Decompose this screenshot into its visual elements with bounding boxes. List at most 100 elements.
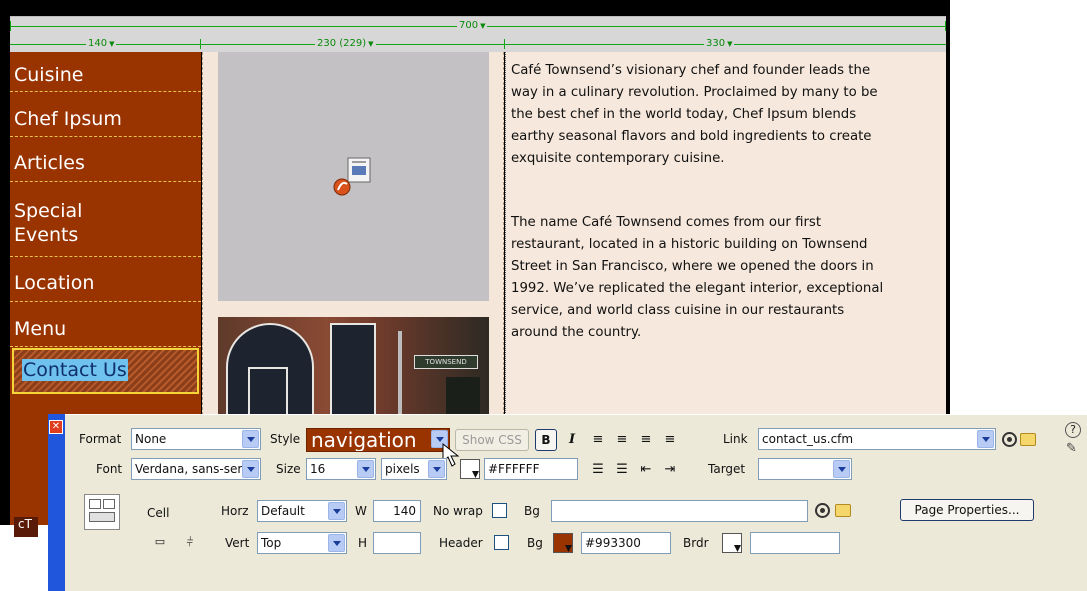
show-css-button[interactable]: Show CSS bbox=[455, 429, 529, 451]
text-line: the best chef in the world today, Chef I… bbox=[511, 107, 857, 122]
chevron-down-icon bbox=[357, 460, 374, 478]
link-input[interactable]: contact_us.cfm bbox=[758, 428, 996, 450]
bg-image-input[interactable] bbox=[551, 500, 808, 522]
text-line: service, and world class cuisine in our … bbox=[511, 303, 845, 318]
chevron-down-icon bbox=[833, 460, 850, 478]
bg-image-label: Bg bbox=[524, 504, 540, 518]
no-wrap-checkbox[interactable] bbox=[492, 503, 507, 518]
header-label: Header bbox=[439, 536, 483, 550]
paragraph-history[interactable]: The name Café Townsend comes from our fi… bbox=[511, 212, 883, 344]
paragraph-intro[interactable]: Café Townsend’s visionary chef and found… bbox=[511, 60, 878, 170]
chevron-down-icon bbox=[328, 502, 345, 520]
format-select[interactable]: None bbox=[131, 428, 261, 450]
horz-label: Horz bbox=[221, 504, 249, 518]
format-label: Format bbox=[79, 432, 122, 446]
size-label: Size bbox=[276, 462, 301, 476]
quick-tag-editor-icon[interactable]: ✎ bbox=[1066, 442, 1080, 456]
ruler-total-label[interactable]: 700 ▼ bbox=[457, 20, 488, 32]
link-label: Link bbox=[723, 432, 748, 446]
ruler-col1-label[interactable]: 140 ▼ bbox=[86, 38, 117, 50]
target-label: Target bbox=[708, 462, 746, 476]
street-sign: TOWNSEND bbox=[414, 355, 478, 369]
ruler-col3-label[interactable]: 330 ▼ bbox=[704, 38, 735, 50]
bg-color-input[interactable]: #993300 bbox=[581, 532, 671, 554]
browse-folder-icon[interactable] bbox=[835, 504, 851, 517]
ruler-tick bbox=[504, 39, 505, 49]
ruler-tick bbox=[200, 39, 201, 49]
align-center-icon[interactable]: ≡ bbox=[612, 430, 632, 450]
split-cell-icon[interactable]: ⫩ bbox=[180, 532, 200, 552]
dreamweaver-window: 700 ▼ 140 ▼ 230 (229) ▼ 330 ▼ Cuisine Chef I… bbox=[0, 0, 1087, 591]
ruler-col2-label[interactable]: 230 (229) ▼ bbox=[315, 38, 376, 50]
height-input[interactable] bbox=[373, 532, 421, 554]
text-line: way in a culinary revolution. Proclaimed… bbox=[511, 85, 878, 100]
nav-item-special-events[interactable]: Special Events bbox=[10, 189, 201, 257]
no-wrap-label: No wrap bbox=[433, 504, 483, 518]
nav-item-chef-ipsum[interactable]: Chef Ipsum bbox=[10, 99, 201, 137]
align-justify-icon[interactable]: ≡ bbox=[660, 430, 680, 450]
text-line: exquisite contemporary cuisine. bbox=[511, 151, 725, 166]
text-color-swatch[interactable] bbox=[460, 459, 480, 479]
text-indent-icon[interactable]: ⇥ bbox=[660, 460, 680, 480]
selected-text: Contact Us bbox=[22, 359, 128, 381]
ruler-columns-line bbox=[10, 44, 946, 45]
border-label: Brdr bbox=[683, 536, 709, 550]
vert-label: Vert bbox=[225, 536, 250, 550]
font-select[interactable]: Verdana, sans-serif bbox=[131, 458, 261, 480]
table-width-ruler: 700 ▼ 140 ▼ 230 (229) ▼ 330 ▼ bbox=[10, 16, 946, 52]
nav-item-location[interactable]: Location bbox=[10, 264, 201, 302]
text-line: earthy seasonal flavors and bold ingredi… bbox=[511, 129, 872, 144]
bold-button[interactable]: B bbox=[535, 429, 557, 451]
vert-select[interactable]: Top bbox=[257, 532, 347, 554]
text-outdent-icon[interactable]: ⇤ bbox=[636, 460, 656, 480]
text-line: The name Café Townsend comes from our fi… bbox=[511, 215, 822, 230]
point-to-file-icon[interactable] bbox=[1002, 432, 1017, 447]
ordered-list-icon[interactable]: ☰ bbox=[612, 460, 632, 480]
chevron-down-icon bbox=[242, 460, 259, 478]
flash-placeholder[interactable] bbox=[218, 52, 489, 301]
merge-cells-icon[interactable]: ▭ bbox=[150, 532, 170, 552]
point-to-file-icon[interactable] bbox=[815, 503, 830, 518]
ruler-tick bbox=[945, 21, 946, 31]
inspector-side-strip bbox=[48, 414, 65, 591]
border-color-swatch[interactable] bbox=[722, 533, 742, 553]
size-select[interactable]: 16 bbox=[306, 458, 376, 480]
nav-item-menu[interactable]: Menu bbox=[10, 309, 201, 347]
ruler-tick bbox=[10, 21, 11, 31]
chevron-down-icon bbox=[977, 430, 994, 448]
italic-button[interactable]: I bbox=[562, 430, 582, 450]
cell-icon bbox=[84, 494, 120, 530]
align-right-icon[interactable]: ≡ bbox=[636, 430, 656, 450]
close-panel-icon[interactable]: ✕ bbox=[49, 420, 63, 434]
size-unit-select[interactable]: pixels bbox=[381, 458, 447, 480]
text-line: Café Townsend’s visionary chef and found… bbox=[511, 63, 871, 78]
cell-label: Cell bbox=[147, 506, 170, 520]
text-color-input[interactable]: #FFFFFF bbox=[484, 458, 578, 480]
bg-color-swatch[interactable] bbox=[553, 533, 573, 553]
unordered-list-icon[interactable]: ☰ bbox=[588, 460, 608, 480]
text-line: 1992. We’ve replicated the elegant inter… bbox=[511, 281, 884, 296]
nav-item-contact-us[interactable]: Contact Us bbox=[12, 348, 199, 394]
chevron-down-icon bbox=[242, 430, 259, 448]
style-label: Style bbox=[270, 432, 301, 446]
nav-item-cuisine[interactable]: Cuisine bbox=[10, 58, 201, 92]
style-select[interactable]: navigation bbox=[306, 428, 450, 452]
align-left-icon[interactable]: ≡ bbox=[588, 430, 608, 450]
chevron-down-icon bbox=[328, 534, 345, 552]
border-color-input[interactable] bbox=[750, 532, 840, 554]
chevron-down-icon bbox=[428, 460, 445, 478]
help-icon[interactable]: ? bbox=[1065, 422, 1081, 438]
font-label: Font bbox=[96, 462, 123, 476]
page-properties-button[interactable]: Page Properties... bbox=[900, 499, 1034, 521]
text-line: restaurant, located in a historic buildi… bbox=[511, 237, 868, 252]
flash-plugin-icon bbox=[333, 157, 371, 196]
header-checkbox[interactable] bbox=[494, 535, 509, 550]
target-select[interactable] bbox=[758, 458, 852, 480]
bg-color-label: Bg bbox=[527, 536, 543, 550]
width-input[interactable]: 140 bbox=[373, 500, 421, 522]
sidebar-fragment-text: cT bbox=[14, 517, 38, 537]
nav-item-articles[interactable]: Articles bbox=[10, 144, 201, 182]
text-line: around the country. bbox=[511, 325, 642, 340]
browse-folder-icon[interactable] bbox=[1020, 433, 1036, 446]
horz-select[interactable]: Default bbox=[257, 500, 347, 522]
